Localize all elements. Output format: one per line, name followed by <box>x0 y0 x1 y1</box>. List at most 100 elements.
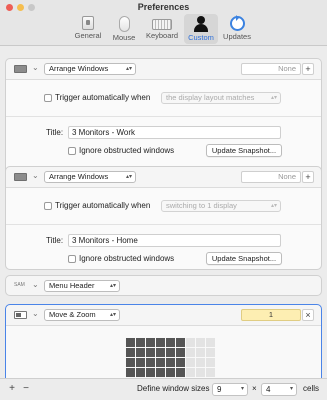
grid-cell[interactable] <box>166 348 175 357</box>
toolbar-general-button[interactable]: General <box>72 14 104 44</box>
chevron-down-icon[interactable]: ⌄ <box>32 309 39 318</box>
updates-icon <box>229 15 245 31</box>
grid-cell[interactable] <box>196 358 205 367</box>
trigger-row: Trigger automatically when switching to … <box>6 199 321 213</box>
general-icon <box>82 16 94 30</box>
clear-shortcut-button[interactable]: × <box>302 309 314 321</box>
zoom-grid[interactable] <box>126 338 215 377</box>
trigger-row: Trigger automatically when the display l… <box>6 91 321 105</box>
actions-list: ⌄ Arrange Windows ▴▾ None + Trigger auto… <box>0 47 327 378</box>
title-label: Title: <box>46 236 64 245</box>
grid-cell[interactable] <box>156 358 165 367</box>
grid-cell[interactable] <box>126 358 135 367</box>
popup-arrows-icon: ▴▾ <box>125 174 132 180</box>
grid-rows-select[interactable]: 4 ▾ <box>261 383 297 396</box>
toolbar-keyboard-button[interactable]: Keyboard <box>142 14 182 44</box>
grid-cell[interactable] <box>206 338 215 347</box>
divider <box>6 116 321 117</box>
shortcut-field[interactable]: None <box>241 63 301 75</box>
toolbar-mouse-label: Mouse <box>112 33 136 42</box>
grid-cell[interactable] <box>166 368 175 377</box>
grid-cell[interactable] <box>126 368 135 377</box>
action-header: ⌄ Move & Zoom ▴▾ 1 × <box>6 305 321 325</box>
update-snapshot-button[interactable]: Update Snapshot... <box>206 144 282 157</box>
popup-arrows-icon: ▴▾ <box>125 66 132 72</box>
grid-cell[interactable] <box>186 338 195 347</box>
grid-cell[interactable] <box>196 338 205 347</box>
grid-cell[interactable] <box>146 338 155 347</box>
title-input[interactable]: 3 Monitors - Work <box>68 126 281 139</box>
grid-cell[interactable] <box>136 358 145 367</box>
action-type-popup[interactable]: Menu Header ▴▾ <box>44 280 120 292</box>
trigger-checkbox[interactable] <box>44 94 52 102</box>
toolbar-keyboard-label: Keyboard <box>145 31 179 40</box>
update-snapshot-button[interactable]: Update Snapshot... <box>206 252 282 265</box>
grid-cell[interactable] <box>186 348 195 357</box>
action-panel-arrange-home: ⌄ Arrange Windows ▴▾ None + Trigger auto… <box>5 166 322 270</box>
grid-cell[interactable] <box>156 368 165 377</box>
keyboard-icon <box>152 19 172 30</box>
grid-cell[interactable] <box>206 348 215 357</box>
display-icon <box>14 173 27 181</box>
grid-cell[interactable] <box>176 338 185 347</box>
menu-header-icon: SAM <box>14 282 25 288</box>
trigger-checkbox[interactable] <box>44 202 52 210</box>
grid-cell[interactable] <box>206 368 215 377</box>
shortcut-field[interactable]: 1 <box>241 309 301 321</box>
popup-arrows-icon: ▴▾ <box>109 283 116 289</box>
grid-cell[interactable] <box>146 368 155 377</box>
action-type-popup[interactable]: Move & Zoom ▴▾ <box>44 309 120 321</box>
grid-cell[interactable] <box>146 358 155 367</box>
toolbar-custom-button[interactable]: Custom <box>184 14 218 44</box>
grid-cell[interactable] <box>136 338 145 347</box>
action-panel-menu-header: SAM ⌄ Menu Header ▴▾ <box>5 275 322 296</box>
add-shortcut-button[interactable]: + <box>302 171 314 183</box>
grid-columns-select[interactable]: 9 ▾ <box>212 383 248 396</box>
toolbar-mouse-button[interactable]: Mouse <box>108 14 140 44</box>
action-type-popup[interactable]: Arrange Windows ▴▾ <box>44 171 136 183</box>
grid-cell[interactable] <box>206 358 215 367</box>
ignore-obstructed-checkbox[interactable] <box>68 147 76 155</box>
grid-cell[interactable] <box>186 358 195 367</box>
grid-cell[interactable] <box>136 348 145 357</box>
shortcut-field[interactable]: None <box>241 171 301 183</box>
toolbar-updates-button[interactable]: Updates <box>220 14 254 44</box>
trigger-condition-label: switching to 1 display <box>166 201 237 210</box>
trigger-condition-popup[interactable]: the display layout matches ▴▾ <box>161 92 281 104</box>
preferences-window: Preferences General Mouse Keyboard Custo… <box>0 0 327 400</box>
action-panel-move-zoom[interactable]: ⌄ Move & Zoom ▴▾ 1 × <box>5 304 322 378</box>
grid-cell[interactable] <box>186 368 195 377</box>
chevron-down-icon[interactable]: ⌄ <box>32 171 39 180</box>
title-input[interactable]: 3 Monitors - Home <box>68 234 281 247</box>
action-type-label: Arrange Windows <box>49 172 109 181</box>
trigger-condition-popup[interactable]: switching to 1 display ▴▾ <box>161 200 281 212</box>
grid-cell[interactable] <box>176 358 185 367</box>
ignore-obstructed-label: Ignore obstructed windows <box>79 254 175 263</box>
add-action-button[interactable]: + <box>6 383 18 395</box>
grid-cell[interactable] <box>126 338 135 347</box>
grid-cell[interactable] <box>136 368 145 377</box>
grid-cell[interactable] <box>176 348 185 357</box>
grid-cell[interactable] <box>166 338 175 347</box>
action-header: SAM ⌄ Menu Header ▴▾ <box>6 276 321 296</box>
grid-cell[interactable] <box>156 348 165 357</box>
grid-rows-value: 4 <box>266 385 271 394</box>
grid-cell[interactable] <box>196 368 205 377</box>
remove-action-button[interactable]: − <box>20 383 32 395</box>
trigger-label: Trigger automatically when <box>55 201 151 210</box>
ignore-obstructed-checkbox[interactable] <box>68 255 76 263</box>
grid-cell[interactable] <box>196 348 205 357</box>
action-body: Trigger automatically when switching to … <box>6 187 321 269</box>
grid-cell[interactable] <box>146 348 155 357</box>
action-body <box>6 325 321 378</box>
chevron-down-icon[interactable]: ⌄ <box>32 280 39 289</box>
ignore-obstructed-label: Ignore obstructed windows <box>79 146 175 155</box>
add-shortcut-button[interactable]: + <box>302 63 314 75</box>
grid-cell[interactable] <box>126 348 135 357</box>
action-type-popup[interactable]: Arrange Windows ▴▾ <box>44 63 136 75</box>
action-header: ⌄ Arrange Windows ▴▾ None + <box>6 167 321 187</box>
chevron-down-icon[interactable]: ⌄ <box>32 63 39 72</box>
grid-cell[interactable] <box>156 338 165 347</box>
grid-cell[interactable] <box>166 358 175 367</box>
grid-cell[interactable] <box>176 368 185 377</box>
